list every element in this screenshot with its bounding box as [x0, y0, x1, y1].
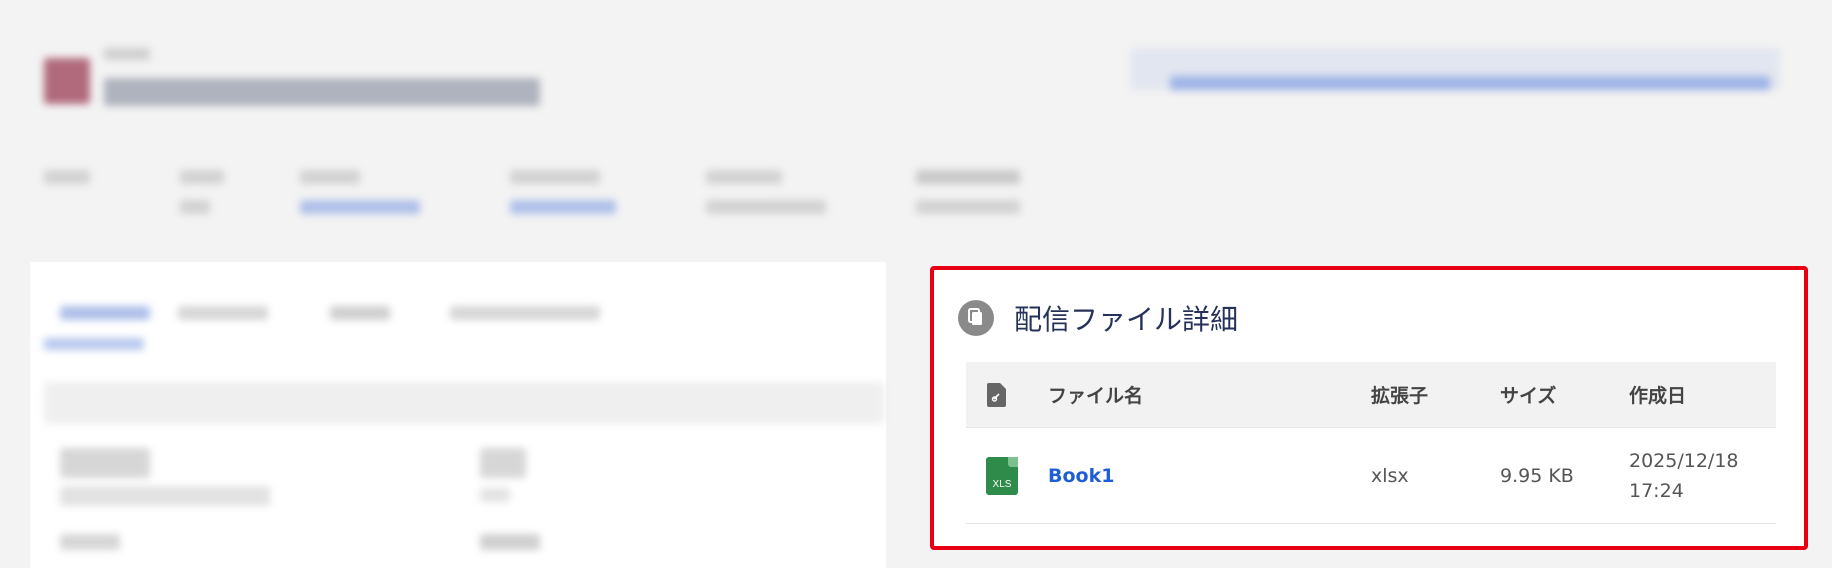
column-header-file-name[interactable]: ファイル名 [1048, 381, 1371, 408]
redacted-left-card [30, 262, 886, 568]
column-header-created-date[interactable]: 作成日 [1629, 381, 1776, 408]
file-extension: xlsx [1371, 464, 1409, 487]
delivery-file-details-panel: 配信ファイル詳細 ファイル名 拡張子 サイズ 作成日 XLS Book1 xls… [930, 266, 1808, 550]
file-attachment-icon [987, 382, 1006, 407]
xls-file-icon: XLS [986, 456, 1018, 495]
column-header-extension[interactable]: 拡張子 [1371, 381, 1500, 408]
panel-title: 配信ファイル詳細 [1014, 303, 1239, 336]
table-row: XLS Book1 xlsx 9.95 KB 2025/12/18 17:24 [966, 428, 1776, 524]
files-table: ファイル名 拡張子 サイズ 作成日 XLS Book1 xlsx 9.95 KB… [966, 362, 1776, 524]
panel-header: 配信ファイル詳細 [958, 298, 1238, 338]
file-created-date: 2025/12/18 17:24 [1629, 449, 1739, 502]
table-header: ファイル名 拡張子 サイズ 作成日 [966, 362, 1776, 428]
documents-icon [958, 300, 994, 336]
column-header-size[interactable]: サイズ [1500, 381, 1629, 408]
file-name-link[interactable]: Book1 [1048, 465, 1114, 487]
file-size: 9.95 KB [1500, 464, 1574, 487]
